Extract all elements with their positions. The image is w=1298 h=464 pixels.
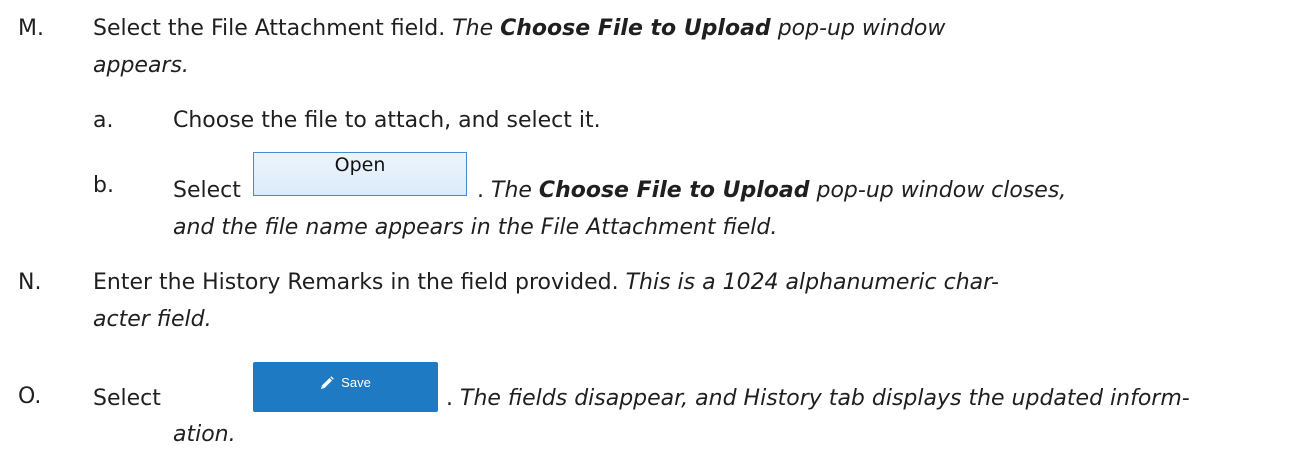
step-result-continued: appears. bbox=[93, 53, 189, 78]
step-result: This is a 1024 alphanumeric char- bbox=[625, 270, 999, 295]
step-instruction: Select the File Attachment field. bbox=[93, 16, 446, 41]
substep-result-post: pop-up window closes, bbox=[816, 178, 1067, 203]
step-marker: M. bbox=[18, 16, 44, 41]
open-button[interactable]: Open bbox=[253, 152, 467, 196]
step-text-line-2: acter field. bbox=[93, 306, 212, 334]
step-result: The fields disappear, and History tab di… bbox=[460, 386, 1190, 411]
step-text-line-2: ation. bbox=[173, 421, 236, 449]
step-select-text: Select bbox=[93, 386, 161, 411]
step-text-line-1: . The fields disappear, and History tab … bbox=[446, 385, 1190, 413]
step-text-line-2: appears. bbox=[93, 52, 189, 80]
save-button-label: Save bbox=[341, 375, 371, 390]
step-text-line-1: Select the File Attachment field. The Ch… bbox=[93, 15, 945, 43]
step-marker: N. bbox=[18, 270, 42, 295]
step-text-line-1: Enter the History Remarks in the field p… bbox=[93, 269, 999, 297]
substep-marker: b. bbox=[93, 173, 114, 198]
step-marker: O. bbox=[18, 384, 42, 409]
substep-result-pre: The bbox=[491, 178, 532, 203]
substep-marker: a. bbox=[93, 108, 114, 133]
open-button-label: Open bbox=[334, 154, 386, 176]
substep-text-line-2: and the file name appears in the File At… bbox=[173, 214, 777, 242]
substep-result-bold: Choose File to Upload bbox=[538, 178, 810, 203]
pencil-icon bbox=[321, 376, 334, 389]
substep-select-text: Select bbox=[173, 178, 241, 203]
step-result-post: pop-up window bbox=[777, 16, 946, 41]
step-result-continued: ation. bbox=[173, 422, 236, 447]
step-period: . bbox=[446, 386, 453, 411]
substep-result-continued: and the file name appears in the File At… bbox=[173, 215, 778, 240]
step-result-pre: The bbox=[452, 16, 494, 41]
step-result-bold: Choose File to Upload bbox=[500, 16, 771, 41]
save-button[interactable]: Save bbox=[253, 362, 438, 412]
substep-period: . bbox=[477, 178, 484, 203]
step-instruction: Enter the History Remarks in the field p… bbox=[93, 270, 619, 295]
substep-text: Choose the file to attach, and select it… bbox=[173, 108, 601, 133]
substep-text-line-1: . The Choose File to Upload pop-up windo… bbox=[477, 177, 1066, 205]
step-result-continued: acter field. bbox=[93, 307, 212, 332]
